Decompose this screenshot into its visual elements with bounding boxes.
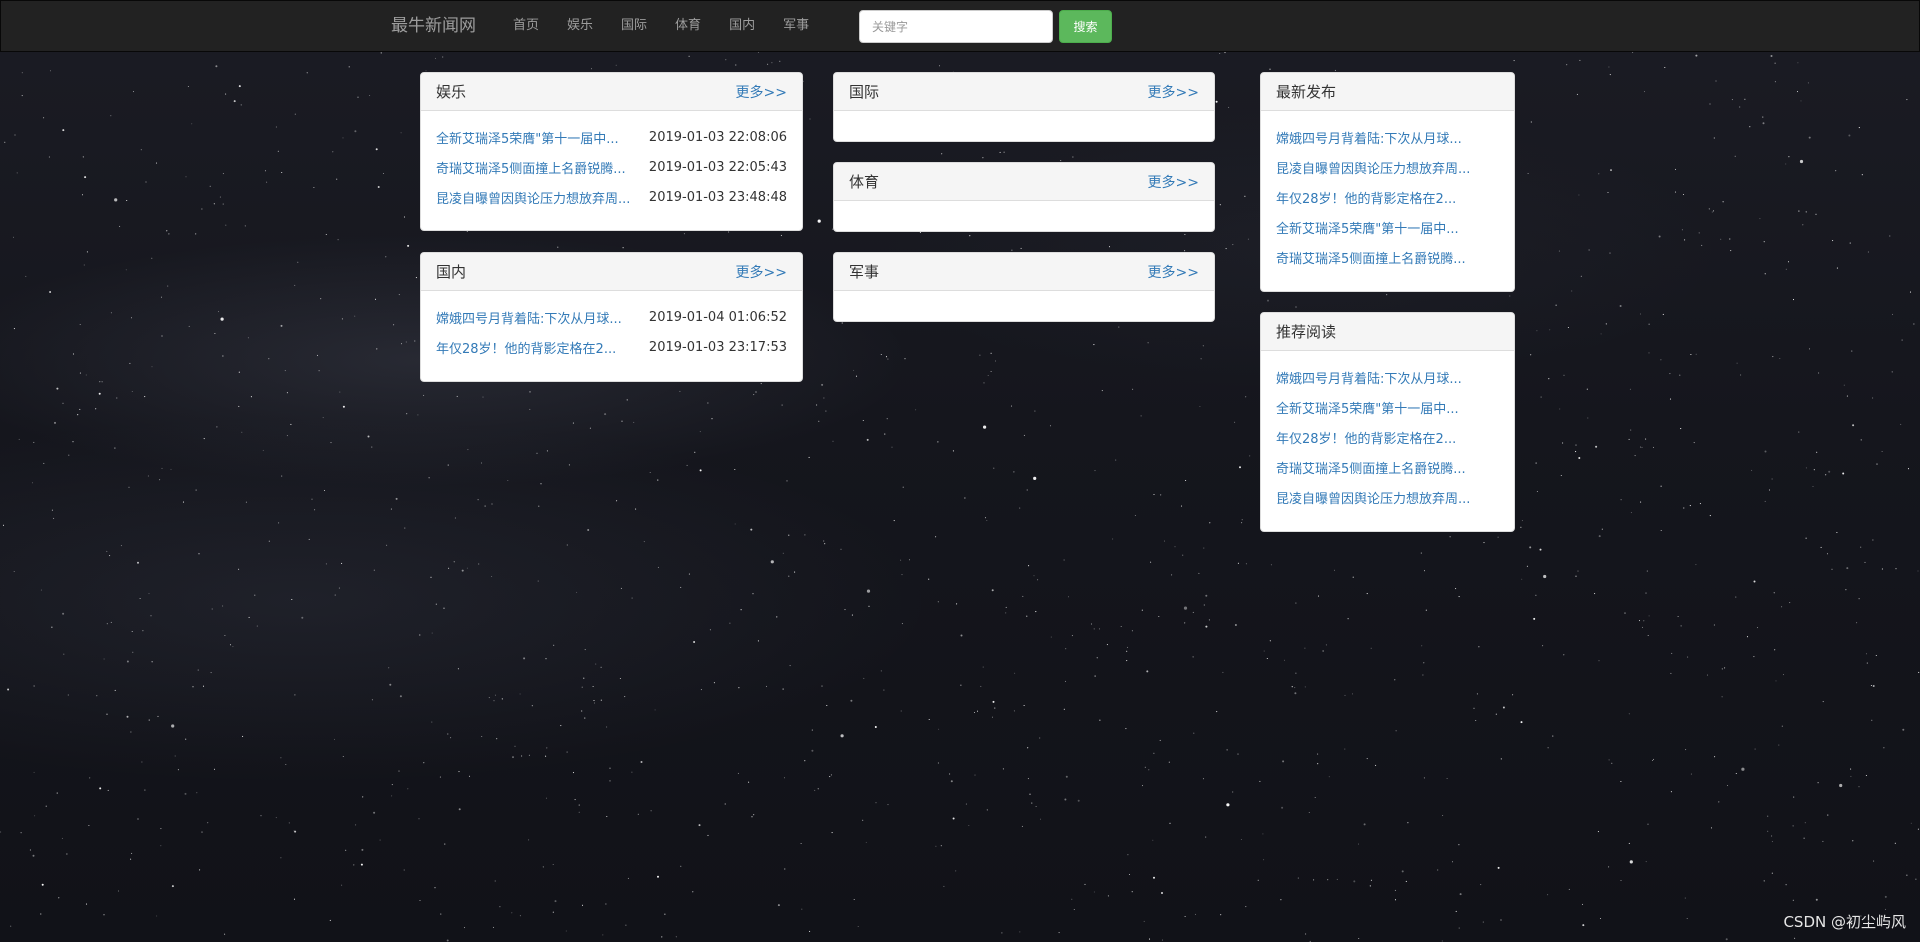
news-link[interactable]: 嫦娥四号月背着陆:下次从月球... [436, 308, 622, 327]
more-link[interactable]: 更多>> [1148, 172, 1199, 192]
nav-entertainment[interactable]: 娱乐 [553, 1, 607, 51]
panel-title: 体育 [849, 173, 880, 191]
panel-title: 军事 [849, 263, 880, 281]
news-row: 全新艾瑞泽5荣膺"第十一届中... 2019-01-03 22:08:06 [436, 122, 787, 152]
panel-title: 娱乐 [436, 83, 467, 101]
news-link[interactable]: 嫦娥四号月背着陆:下次从月球... [1276, 368, 1462, 387]
news-link[interactable]: 全新艾瑞泽5荣膺"第十一届中... [1276, 218, 1459, 237]
news-row: 嫦娥四号月背着陆:下次从月球... 2019-01-04 01:06:52 [436, 302, 787, 332]
news-time: 2019-01-03 22:05:43 [648, 159, 787, 175]
nav-military[interactable]: 军事 [769, 1, 823, 51]
panel-title: 国际 [849, 83, 880, 101]
news-link[interactable]: 奇瑞艾瑞泽5侧面撞上名爵锐腾... [436, 158, 626, 177]
panel-heading: 推荐阅读 [1261, 313, 1514, 351]
news-link[interactable]: 嫦娥四号月背着陆:下次从月球... [1276, 128, 1462, 147]
news-list: 嫦娥四号月背着陆:下次从月球... 2019-01-04 01:06:52 年仅… [421, 291, 802, 362]
news-link[interactable]: 年仅28岁！他的背影定格在2... [1276, 188, 1456, 207]
panel-heading: 最新发布 [1261, 73, 1514, 111]
news-row: 嫦娥四号月背着陆:下次从月球... [1276, 122, 1499, 152]
news-row: 奇瑞艾瑞泽5侧面撞上名爵锐腾... [1276, 242, 1499, 272]
panel-military: 军事 更多>> [833, 252, 1215, 322]
news-link[interactable]: 昆凌自曝曾因舆论压力想放弃周... [436, 188, 630, 207]
panel-domestic: 国内 更多>> 嫦娥四号月背着陆:下次从月球... 2019-01-04 01:… [420, 252, 803, 382]
news-row: 嫦娥四号月背着陆:下次从月球... [1276, 362, 1499, 392]
nav-menu: 首页 娱乐 国际 体育 国内 军事 [499, 1, 823, 51]
news-link[interactable]: 昆凌自曝曾因舆论压力想放弃周... [1276, 158, 1470, 177]
panel-heading: 体育 更多>> [834, 163, 1214, 201]
news-link[interactable]: 年仅28岁！他的背影定格在2... [1276, 428, 1456, 447]
news-time: 2019-01-03 22:08:06 [648, 129, 787, 145]
news-row: 昆凌自曝曾因舆论压力想放弃周... 2019-01-03 23:48:48 [436, 182, 787, 212]
more-link[interactable]: 更多>> [736, 82, 787, 102]
search-button[interactable]: 搜索 [1059, 10, 1112, 43]
news-link[interactable]: 年仅28岁！他的背影定格在2... [436, 338, 616, 357]
news-time: 2019-01-03 23:48:48 [648, 189, 787, 205]
panel-title: 最新发布 [1276, 83, 1337, 101]
csdn-watermark: CSDN @初尘屿风 [1783, 913, 1906, 931]
news-row: 昆凌自曝曾因舆论压力想放弃周... [1276, 482, 1499, 512]
panel-international: 国际 更多>> [833, 72, 1215, 142]
nav-home[interactable]: 首页 [499, 1, 553, 51]
panel-sports: 体育 更多>> [833, 162, 1215, 232]
news-list: 嫦娥四号月背着陆:下次从月球... 昆凌自曝曾因舆论压力想放弃周... 年仅28… [1261, 111, 1514, 272]
news-list: 全新艾瑞泽5荣膺"第十一届中... 2019-01-03 22:08:06 奇瑞… [421, 111, 802, 212]
nav-domestic[interactable]: 国内 [715, 1, 769, 51]
news-row: 奇瑞艾瑞泽5侧面撞上名爵锐腾... 2019-01-03 22:05:43 [436, 152, 787, 182]
news-row: 全新艾瑞泽5荣膺"第十一届中... [1276, 212, 1499, 242]
panel-recommended: 推荐阅读 嫦娥四号月背着陆:下次从月球... 全新艾瑞泽5荣膺"第十一届中...… [1260, 312, 1515, 532]
news-time: 2019-01-03 23:17:53 [648, 339, 787, 355]
news-row: 奇瑞艾瑞泽5侧面撞上名爵锐腾... [1276, 452, 1499, 482]
panel-heading: 国际 更多>> [834, 73, 1214, 111]
site-brand[interactable]: 最牛新闻网 [391, 15, 476, 37]
more-link[interactable]: 更多>> [1148, 262, 1199, 282]
search-input[interactable] [859, 10, 1053, 43]
news-row: 年仅28岁！他的背影定格在2... 2019-01-03 23:17:53 [436, 332, 787, 362]
news-row: 年仅28岁！他的背影定格在2... [1276, 182, 1499, 212]
news-link[interactable]: 昆凌自曝曾因舆论压力想放弃周... [1276, 488, 1470, 507]
news-link[interactable]: 奇瑞艾瑞泽5侧面撞上名爵锐腾... [1276, 248, 1466, 267]
top-navbar: 最牛新闻网 首页 娱乐 国际 体育 国内 军事 搜索 [0, 0, 1920, 52]
more-link[interactable]: 更多>> [1148, 82, 1199, 102]
nav-international[interactable]: 国际 [607, 1, 661, 51]
panel-title: 国内 [436, 263, 467, 281]
news-time: 2019-01-04 01:06:52 [648, 309, 787, 325]
news-row: 年仅28岁！他的背影定格在2... [1276, 422, 1499, 452]
nav-sports[interactable]: 体育 [661, 1, 715, 51]
news-link[interactable]: 全新艾瑞泽5荣膺"第十一届中... [436, 128, 619, 147]
news-list: 嫦娥四号月背着陆:下次从月球... 全新艾瑞泽5荣膺"第十一届中... 年仅28… [1261, 351, 1514, 512]
panel-heading: 国内 更多>> [421, 253, 802, 291]
news-row: 全新艾瑞泽5荣膺"第十一届中... [1276, 392, 1499, 422]
news-link[interactable]: 全新艾瑞泽5荣膺"第十一届中... [1276, 398, 1459, 417]
panel-heading: 娱乐 更多>> [421, 73, 802, 111]
panel-latest: 最新发布 嫦娥四号月背着陆:下次从月球... 昆凌自曝曾因舆论压力想放弃周...… [1260, 72, 1515, 292]
panel-heading: 军事 更多>> [834, 253, 1214, 291]
news-row: 昆凌自曝曾因舆论压力想放弃周... [1276, 152, 1499, 182]
panel-title: 推荐阅读 [1276, 323, 1337, 341]
news-link[interactable]: 奇瑞艾瑞泽5侧面撞上名爵锐腾... [1276, 458, 1466, 477]
more-link[interactable]: 更多>> [736, 262, 787, 282]
panel-entertainment: 娱乐 更多>> 全新艾瑞泽5荣膺"第十一届中... 2019-01-03 22:… [420, 72, 803, 231]
